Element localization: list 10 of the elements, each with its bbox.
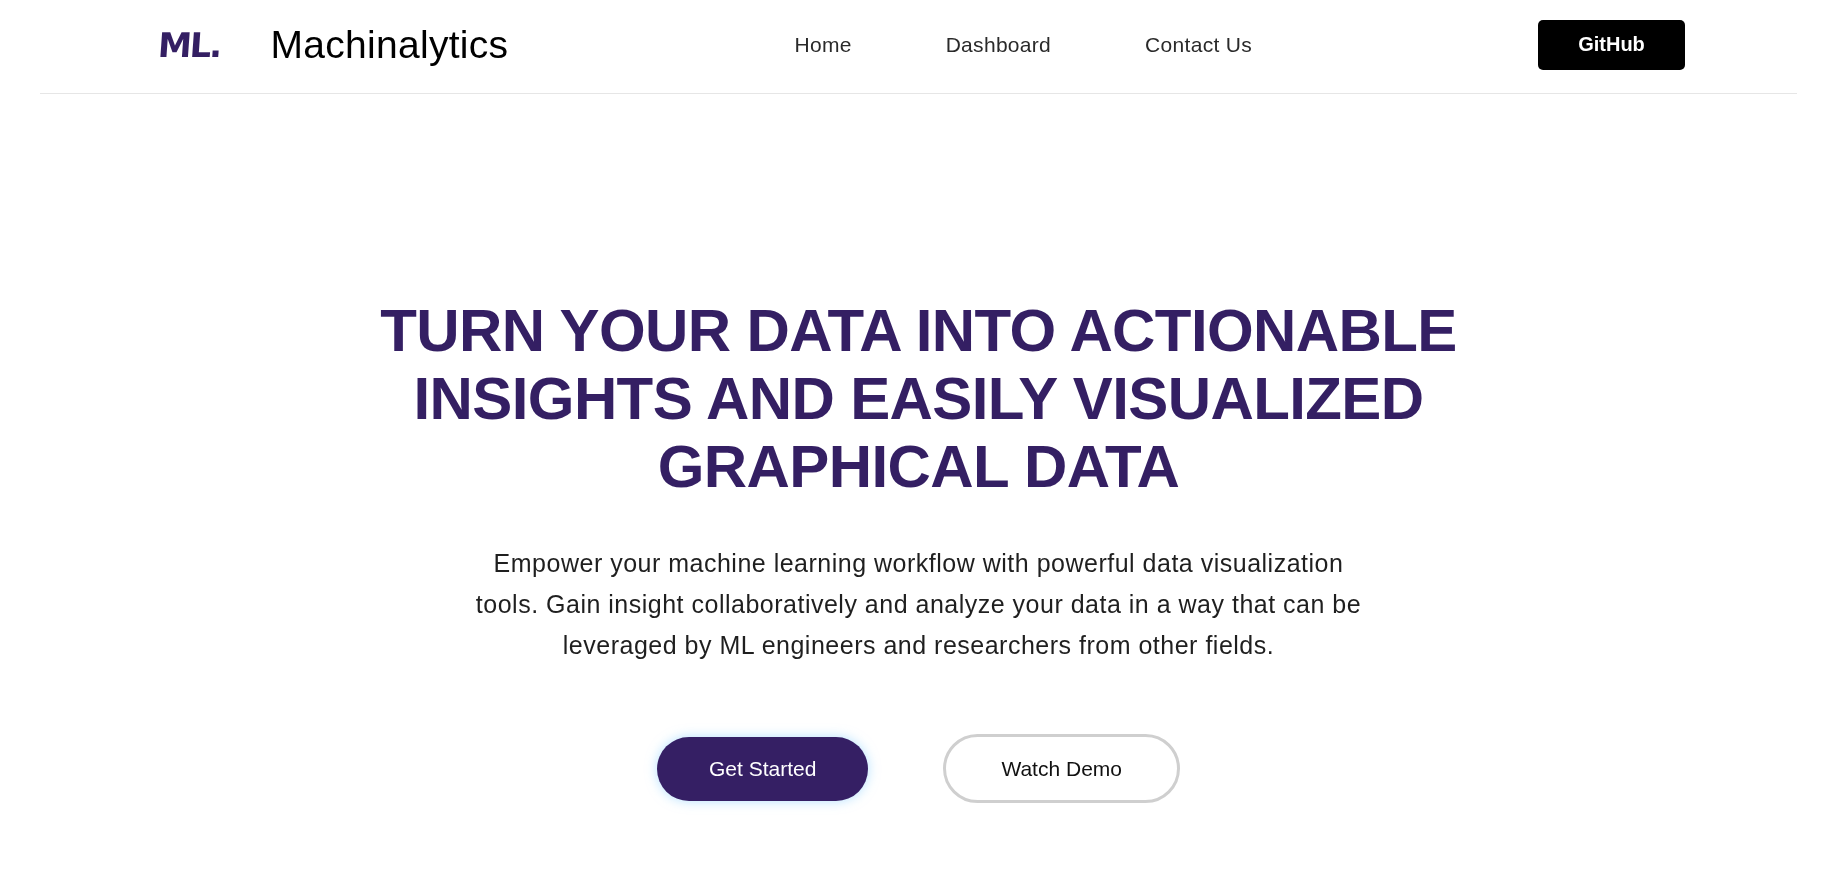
github-button[interactable]: GitHub: [1538, 19, 1685, 70]
hero-description: Empower your machine learning workflow with powerful data visualization tools. Gain insight collaboratively and analyze your data in a way that can be leveraged by ML engineers and researchers from other fields.: [474, 548, 1363, 661]
nav-link[interactable]: Contact Us: [1145, 34, 1252, 55]
logo: ML.: [156, 27, 222, 62]
get-started-button[interactable]: Get Started: [657, 736, 869, 801]
watch-demo-button[interactable]: Watch Demo: [943, 734, 1180, 803]
brand-name: Machinalytics: [270, 25, 509, 64]
hero-heading: TURN YOUR DATA INTO ACTIONABLE INSIGHTS AND EASILY VISUALIZED GRAPHICAL DATA: [379, 297, 1458, 501]
nav-link[interactable]: Home: [794, 34, 852, 55]
nav-link[interactable]: Dashboard: [945, 34, 1052, 55]
